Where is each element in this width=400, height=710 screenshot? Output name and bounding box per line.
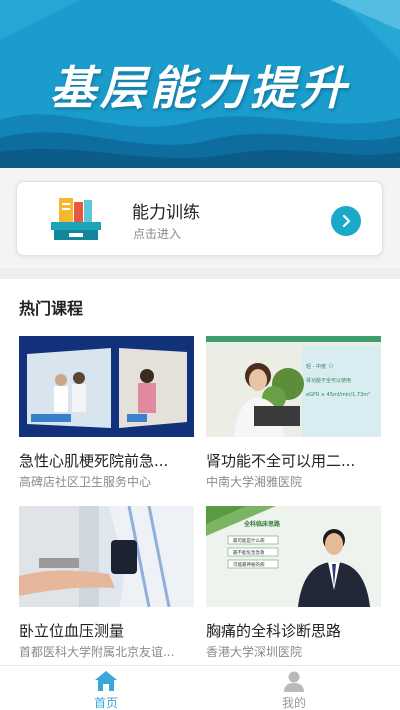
svg-text:eGFR ≥ 45ml/min/1.73m²: eGFR ≥ 45ml/min/1.73m²	[306, 392, 370, 398]
hot-courses-section: 热门课程 急性心肌梗死院前急... 高碑店社区卫生服务中心 轻 - 中度（） 肾…	[0, 279, 400, 665]
course-org: 高碑店社区卫生服务中心	[19, 475, 152, 489]
ability-training-card[interactable]: 能力训练 点击进入	[16, 181, 383, 256]
course-thumbnail[interactable]: 全科临床思路 最可能是什么病 最不能危急急救 可能最神秘的病	[206, 506, 381, 607]
tab-profile-label: 我的	[281, 696, 306, 710]
course-title: 卧立位血压测量	[19, 622, 125, 640]
svg-text:全科临床思路: 全科临床思路	[243, 520, 281, 528]
bottom-tab-bar: 首页 我的	[0, 665, 400, 710]
course-card[interactable]: 卧立位血压测量 首都医科大学附属北京友谊...	[19, 506, 194, 661]
svg-text:可能最神秘的病: 可能最神秘的病	[233, 561, 265, 568]
banner-title: 基层能力提升	[50, 61, 350, 115]
course-title: 急性心肌梗死院前急...	[19, 452, 169, 470]
course-thumbnail[interactable]	[19, 506, 194, 607]
course-thumbnail[interactable]: 轻 - 中度（） 肾功能不全可以使用 eGFR ≥ 45ml/min/1.73m…	[206, 336, 381, 437]
course-title: 肾功能不全可以用二...	[206, 452, 356, 470]
course-org: 中南大学湘雅医院	[206, 475, 303, 489]
course-card[interactable]: 轻 - 中度（） 肾功能不全可以使用 eGFR ≥ 45ml/min/1.73m…	[206, 336, 381, 491]
course-card[interactable]: 全科临床思路 最可能是什么病 最不能危急急救 可能最神秘的病 胸痛的全科诊断思路…	[206, 506, 381, 661]
books-icon	[51, 198, 101, 240]
course-thumbnail[interactable]	[19, 336, 194, 437]
section-divider	[0, 268, 400, 279]
course-org: 首都医科大学附属北京友谊...	[19, 645, 175, 659]
course-org: 香港大学深圳医院	[206, 645, 303, 659]
user-icon	[284, 671, 304, 692]
section-title: 热门课程	[19, 299, 84, 318]
course-title: 胸痛的全科诊断思路	[206, 622, 342, 640]
svg-text:肾功能不全可以使用: 肾功能不全可以使用	[306, 377, 351, 384]
svg-text:轻 - 中度（）: 轻 - 中度（）	[306, 363, 336, 370]
svg-text:最不能危急急救: 最不能危急急救	[233, 549, 265, 556]
home-icon	[95, 671, 117, 691]
header-banner: 基层能力提升	[0, 0, 400, 168]
svg-text:最可能是什么病: 最可能是什么病	[233, 537, 265, 544]
course-card[interactable]: 急性心肌梗死院前急... 高碑店社区卫生服务中心	[19, 336, 194, 491]
tab-home[interactable]: 首页	[6, 666, 206, 710]
chevron-right-icon[interactable]	[331, 206, 361, 236]
tab-home-label: 首页	[93, 696, 118, 710]
tab-profile[interactable]: 我的	[194, 666, 394, 710]
training-subtitle: 点击进入	[133, 227, 182, 241]
training-title: 能力训练	[132, 203, 200, 223]
